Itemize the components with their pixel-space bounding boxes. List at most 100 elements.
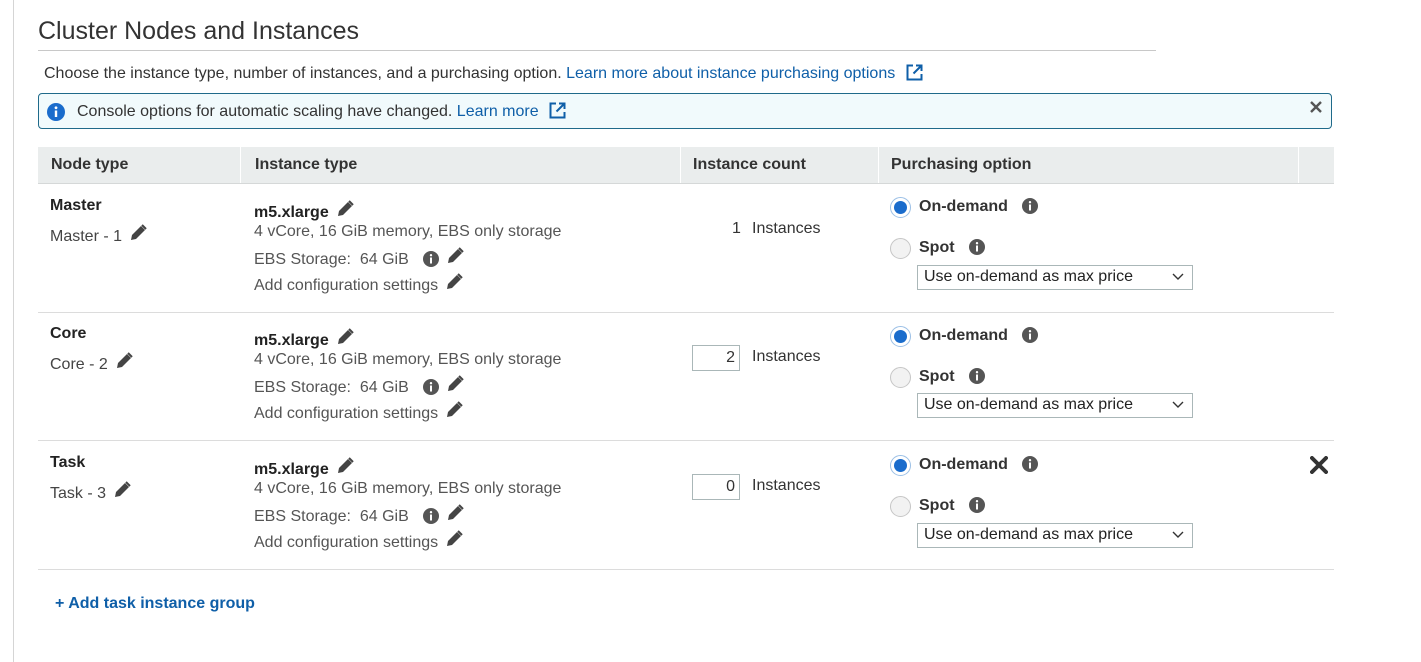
- instance-group-name: Master - 1: [50, 223, 148, 246]
- add-configuration-settings[interactable]: Add configuration settings: [254, 272, 464, 295]
- instance-type-text: m5.xlarge: [254, 204, 329, 221]
- group-name-text: Core - 2: [50, 356, 108, 373]
- chevron-down-icon: [1172, 531, 1184, 538]
- instance-type-text: m5.xlarge: [254, 332, 329, 349]
- spot-radio[interactable]: [890, 367, 911, 388]
- ondemand-label: On-demand: [919, 327, 1008, 344]
- instance-type-name: m5.xlarge: [254, 199, 355, 222]
- max-price-value: Use on-demand as max price: [924, 268, 1133, 285]
- pencil-icon[interactable]: [335, 327, 355, 347]
- add-task-instance-group-link[interactable]: + Add task instance group: [55, 595, 255, 613]
- pencil-icon[interactable]: [128, 223, 148, 243]
- title-divider: [38, 50, 1156, 51]
- ondemand-label: On-demand: [919, 456, 1008, 473]
- instance-type-name: m5.xlarge: [254, 456, 355, 479]
- pencil-icon[interactable]: [445, 246, 465, 266]
- instance-spec: 4 vCore, 16 GiB memory, EBS only storage: [254, 351, 562, 368]
- pencil-icon[interactable]: [335, 456, 355, 476]
- group-name-text: Master - 1: [50, 228, 123, 245]
- pencil-icon[interactable]: [112, 480, 132, 500]
- header-divider: [1298, 147, 1299, 183]
- spot-option: Spot: [919, 239, 985, 257]
- config-label: Add configuration settings: [254, 405, 439, 422]
- header-instance-type: Instance type: [255, 156, 358, 173]
- config-label: Add configuration settings: [254, 277, 439, 294]
- section-title: Cluster Nodes and Instances: [38, 17, 360, 45]
- instance-count-input[interactable]: [692, 474, 740, 500]
- spot-label: Spot: [919, 497, 955, 514]
- instance-spec: 4 vCore, 16 GiB memory, EBS only storage: [254, 480, 562, 497]
- pencil-icon[interactable]: [444, 529, 464, 549]
- description-text: Choose the instance type, number of inst…: [44, 65, 562, 82]
- info-icon[interactable]: [423, 379, 440, 395]
- spot-option: Spot: [919, 368, 985, 386]
- max-price-select[interactable]: Use on-demand as max price: [917, 393, 1193, 418]
- ondemand-radio[interactable]: [890, 197, 911, 218]
- chevron-down-icon: [1172, 273, 1184, 280]
- ebs-storage: EBS Storage: 64 GiB: [254, 503, 465, 526]
- learn-more-purchasing-link[interactable]: Learn more about instance purchasing opt…: [566, 65, 895, 82]
- header-instance-count: Instance count: [693, 156, 806, 173]
- info-icon[interactable]: [423, 251, 440, 267]
- ebs-label: EBS Storage:: [254, 251, 351, 268]
- instance-group-name: Task - 3: [50, 480, 132, 503]
- external-link-icon[interactable]: [549, 102, 566, 119]
- notice-learn-more-link[interactable]: Learn more: [457, 103, 539, 120]
- max-price-value: Use on-demand as max price: [924, 396, 1133, 413]
- ebs-storage: EBS Storage: 64 GiB: [254, 374, 465, 397]
- spot-radio[interactable]: [890, 238, 911, 259]
- notice-message: Console options for automatic scaling ha…: [77, 102, 566, 121]
- section-description: Choose the instance type, number of inst…: [44, 64, 923, 83]
- pencil-icon[interactable]: [335, 199, 355, 219]
- add-configuration-settings[interactable]: Add configuration settings: [254, 400, 464, 423]
- external-link-icon[interactable]: [906, 64, 923, 81]
- info-icon[interactable]: [1022, 327, 1039, 343]
- spot-radio[interactable]: [890, 496, 911, 517]
- info-icon[interactable]: [1022, 456, 1039, 472]
- max-price-select[interactable]: Use on-demand as max price: [917, 523, 1193, 548]
- group-name-text: Task - 3: [50, 485, 107, 502]
- info-icon[interactable]: [1022, 198, 1039, 214]
- instance-count-unit: Instances: [752, 220, 821, 237]
- max-price-select[interactable]: Use on-demand as max price: [917, 265, 1193, 290]
- config-label: Add configuration settings: [254, 534, 439, 551]
- instance-type-name: m5.xlarge: [254, 327, 355, 350]
- instance-count-unit: Instances: [752, 477, 821, 494]
- info-icon[interactable]: [423, 508, 440, 524]
- pencil-icon[interactable]: [444, 400, 464, 420]
- info-icon[interactable]: [969, 497, 985, 513]
- table-header: Node type Instance type Instance count P…: [38, 147, 1334, 184]
- notice-text: Console options for automatic scaling ha…: [77, 103, 453, 120]
- info-icon[interactable]: [969, 368, 985, 384]
- table-row: Task Task - 3 m5.xlarge 4 vCore, 16 GiB …: [38, 442, 1334, 570]
- spot-option: Spot: [919, 497, 985, 515]
- max-price-value: Use on-demand as max price: [924, 526, 1133, 543]
- ebs-label: EBS Storage:: [254, 379, 351, 396]
- table-row: Core Core - 2 m5.xlarge 4 vCore, 16 GiB …: [38, 313, 1334, 441]
- close-icon[interactable]: [1309, 100, 1323, 114]
- ondemand-label: On-demand: [919, 198, 1008, 215]
- header-divider: [240, 147, 241, 183]
- info-icon[interactable]: [969, 239, 985, 255]
- node-type-label: Task: [50, 454, 86, 471]
- instance-spec: 4 vCore, 16 GiB memory, EBS only storage: [254, 223, 562, 240]
- header-divider: [878, 147, 879, 183]
- pencil-icon[interactable]: [445, 374, 465, 394]
- header-divider: [680, 147, 681, 183]
- instance-count-input[interactable]: [692, 345, 740, 371]
- ebs-value: 64 GiB: [359, 251, 409, 268]
- ondemand-radio[interactable]: [890, 326, 911, 347]
- node-type-label: Master: [50, 197, 102, 214]
- instance-type-text: m5.xlarge: [254, 461, 329, 478]
- pencil-icon[interactable]: [114, 351, 134, 371]
- instance-group-name: Core - 2: [50, 351, 134, 374]
- spot-label: Spot: [919, 239, 955, 256]
- remove-icon[interactable]: [1310, 456, 1328, 474]
- pencil-icon[interactable]: [444, 272, 464, 292]
- ondemand-option: On-demand: [919, 327, 1039, 345]
- ondemand-radio[interactable]: [890, 455, 911, 476]
- table-row: Master Master - 1 m5.xlarge 4 vCore, 16 …: [38, 185, 1334, 313]
- add-configuration-settings[interactable]: Add configuration settings: [254, 529, 464, 552]
- pencil-icon[interactable]: [445, 503, 465, 523]
- ebs-storage: EBS Storage: 64 GiB: [254, 246, 465, 269]
